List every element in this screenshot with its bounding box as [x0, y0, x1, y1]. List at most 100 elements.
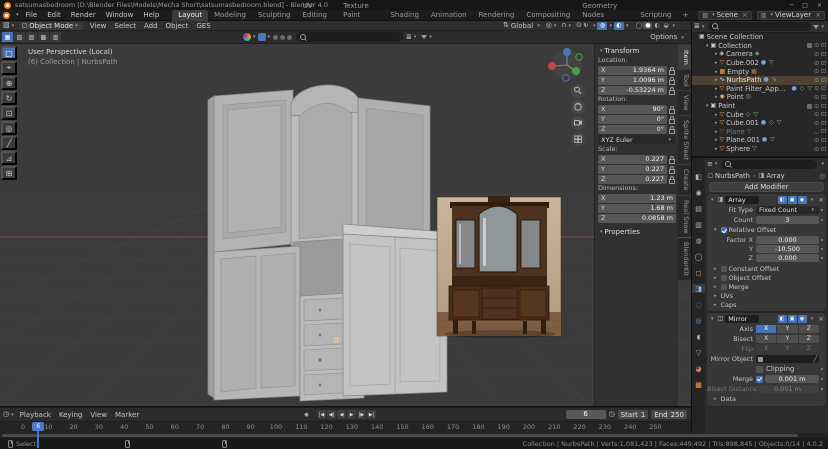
section-checkbox[interactable] — [721, 275, 727, 281]
properties-tab[interactable]: ◕ — [692, 364, 705, 373]
hide-viewport-eye-icon[interactable] — [814, 60, 819, 67]
asset-category-icon[interactable] — [258, 33, 266, 41]
hide-viewport-eye-icon[interactable] — [814, 111, 819, 118]
lock-icon[interactable] — [669, 106, 676, 113]
disable-render-camera-icon[interactable] — [821, 85, 826, 92]
properties-tab[interactable]: ▽ — [692, 348, 705, 357]
disclosure-caret-icon[interactable]: ▸ — [715, 69, 718, 75]
disable-render-camera-icon[interactable] — [821, 42, 826, 49]
editor-type-icon[interactable]: ▧ — [3, 22, 10, 29]
tool-button[interactable]: ⊡ — [1, 106, 17, 120]
dimension-field[interactable]: Y1.68 m — [598, 204, 676, 213]
bisect-distance-field[interactable]: 0.001 m — [756, 385, 819, 393]
add-workspace-button[interactable]: + — [678, 11, 694, 19]
workspace-tab[interactable]: Scripting — [634, 10, 677, 21]
timeline-menu-item[interactable]: Playback — [16, 411, 55, 419]
lock-icon[interactable] — [669, 67, 676, 74]
exclude-checkbox[interactable] — [807, 104, 812, 109]
view-layer-selector[interactable]: ▥ ▾ ViewLayer × — [757, 11, 825, 20]
disable-render-camera-icon[interactable] — [821, 60, 826, 67]
tool-button[interactable]: ◎ — [1, 121, 17, 135]
filter-funnel-icon[interactable] — [813, 25, 819, 29]
properties-tab[interactable]: ◨ — [692, 284, 705, 293]
properties-tab[interactable]: ▤ — [692, 204, 705, 213]
properties-tab[interactable]: ◻ — [692, 268, 705, 277]
close-button[interactable]: × — [817, 2, 822, 9]
select-mode-button[interactable]: ▥ — [50, 32, 62, 42]
properties-tab[interactable]: ▥ — [692, 220, 705, 229]
properties-tab[interactable]: ◖ — [692, 332, 705, 341]
options-dropdown[interactable]: Options ▾ — [650, 33, 686, 41]
lock-icon[interactable] — [669, 126, 676, 133]
outliner-row[interactable]: ▸ ▽ Plane ▽ — [692, 128, 828, 137]
pivot-point-icon[interactable]: ◎ — [546, 22, 552, 29]
viewport-menu-item[interactable]: Select — [110, 22, 140, 30]
disclosure-caret-icon[interactable]: ▸ — [715, 112, 718, 118]
lock-icon[interactable] — [669, 116, 676, 123]
shading-mode-button[interactable]: ◯ — [634, 22, 643, 29]
hide-viewport-eye-icon[interactable] — [814, 51, 819, 58]
modifier-name-field[interactable]: Array — [725, 196, 759, 204]
transport-button[interactable]: ▶ — [347, 410, 356, 419]
outliner-row[interactable]: ▾ ▣ Paint — [692, 102, 828, 111]
hide-viewport-eye-icon[interactable] — [814, 103, 819, 110]
filter-dot-icon[interactable] — [280, 35, 285, 40]
sidebar-tab[interactable]: Real Snow — [678, 196, 691, 238]
disable-render-camera-icon[interactable] — [821, 94, 826, 101]
start-frame-field[interactable]: Start 1 — [618, 410, 649, 419]
flip-toggle[interactable]: Y — [777, 345, 797, 353]
maximize-button[interactable]: □ — [802, 2, 808, 9]
disable-render-camera-icon[interactable] — [821, 68, 826, 75]
workspace-tab[interactable]: Texture Paint — [337, 1, 384, 21]
properties-tab[interactable]: ◌ — [692, 300, 705, 309]
outliner-row[interactable]: ▸ ▦ Empty ▦ — [692, 67, 828, 76]
select-mode-button[interactable]: ▧ — [14, 32, 26, 42]
lock-icon[interactable] — [669, 87, 676, 94]
sidebar-tab[interactable]: Create — [678, 165, 691, 195]
auto-keying-button[interactable]: ◉ — [302, 410, 311, 419]
select-mode-button[interactable]: ▩ — [38, 32, 50, 42]
menu-item[interactable]: Edit — [42, 11, 66, 19]
modifier-display-toggle[interactable]: ▣ — [788, 196, 797, 204]
timeline-menu-item[interactable]: Marker — [111, 411, 143, 419]
outliner-row[interactable]: ▾ ▣ Collection — [692, 42, 828, 51]
workspace-tab[interactable]: Shading — [384, 10, 424, 21]
rotation-field[interactable]: Y0° — [598, 115, 667, 124]
disclosure-caret-icon[interactable]: ▸ — [715, 146, 718, 152]
timeline-editor-icon[interactable]: ◷ — [3, 411, 9, 418]
transform-panel-header[interactable]: ▾ Transform — [598, 46, 676, 56]
axis-toggle[interactable]: Z — [799, 325, 819, 333]
disclosure-caret-icon[interactable]: ▸ — [715, 77, 718, 83]
outliner-row[interactable]: ▸ ▽ Cube.001 ●◇▽ — [692, 119, 828, 128]
disclosure-caret-icon[interactable]: ▸ — [715, 137, 718, 143]
hide-viewport-eye-icon[interactable] — [814, 120, 819, 127]
collapsed-section-row[interactable]: ▸ Constant Offset — [707, 264, 826, 273]
stopwatch-icon[interactable]: ◷ — [609, 411, 615, 418]
tool-button[interactable]: ↻ — [1, 91, 17, 105]
disclosure-caret-icon[interactable]: ▾ — [706, 103, 709, 109]
unlink-scene-icon[interactable]: × — [742, 11, 748, 19]
section-checkbox[interactable] — [721, 284, 727, 290]
disclosure-caret-icon[interactable]: ▸ — [715, 86, 718, 92]
sidebar-tab[interactable]: Tool — [678, 70, 691, 91]
workspace-tab[interactable]: Rendering — [473, 10, 521, 21]
shading-mode-button[interactable]: ◒ — [661, 22, 670, 29]
lock-icon[interactable] — [669, 77, 676, 84]
mirror-object-field[interactable]: ╱ — [756, 355, 819, 363]
data-section-row[interactable]: ▸ Data — [707, 394, 826, 404]
hide-viewport-eye-icon[interactable] — [814, 42, 819, 49]
object-origin-point[interactable] — [334, 338, 338, 342]
flip-toggle[interactable]: X — [756, 345, 776, 353]
hide-viewport-eye-icon[interactable] — [814, 85, 819, 92]
viewport-menu-item[interactable]: Add — [140, 22, 162, 30]
breadcrumb-object[interactable]: NurbsPath — [715, 172, 750, 180]
rotation-mode-dropdown[interactable]: XYZ Euler ▾ — [598, 135, 676, 144]
factor-field[interactable]: -10.500 — [756, 245, 819, 253]
merge-checkbox[interactable] — [756, 376, 763, 383]
dimension-field[interactable]: X1.23 m — [598, 194, 676, 203]
scrollbar-thumb[interactable] — [2, 434, 798, 437]
select-mode-button[interactable]: ▦ — [2, 32, 14, 42]
show-gizmo-toggle[interactable]: ↻ — [581, 22, 591, 30]
properties-editor-icon[interactable]: ≡ — [707, 161, 713, 168]
hide-viewport-eye-icon[interactable] — [814, 94, 819, 101]
